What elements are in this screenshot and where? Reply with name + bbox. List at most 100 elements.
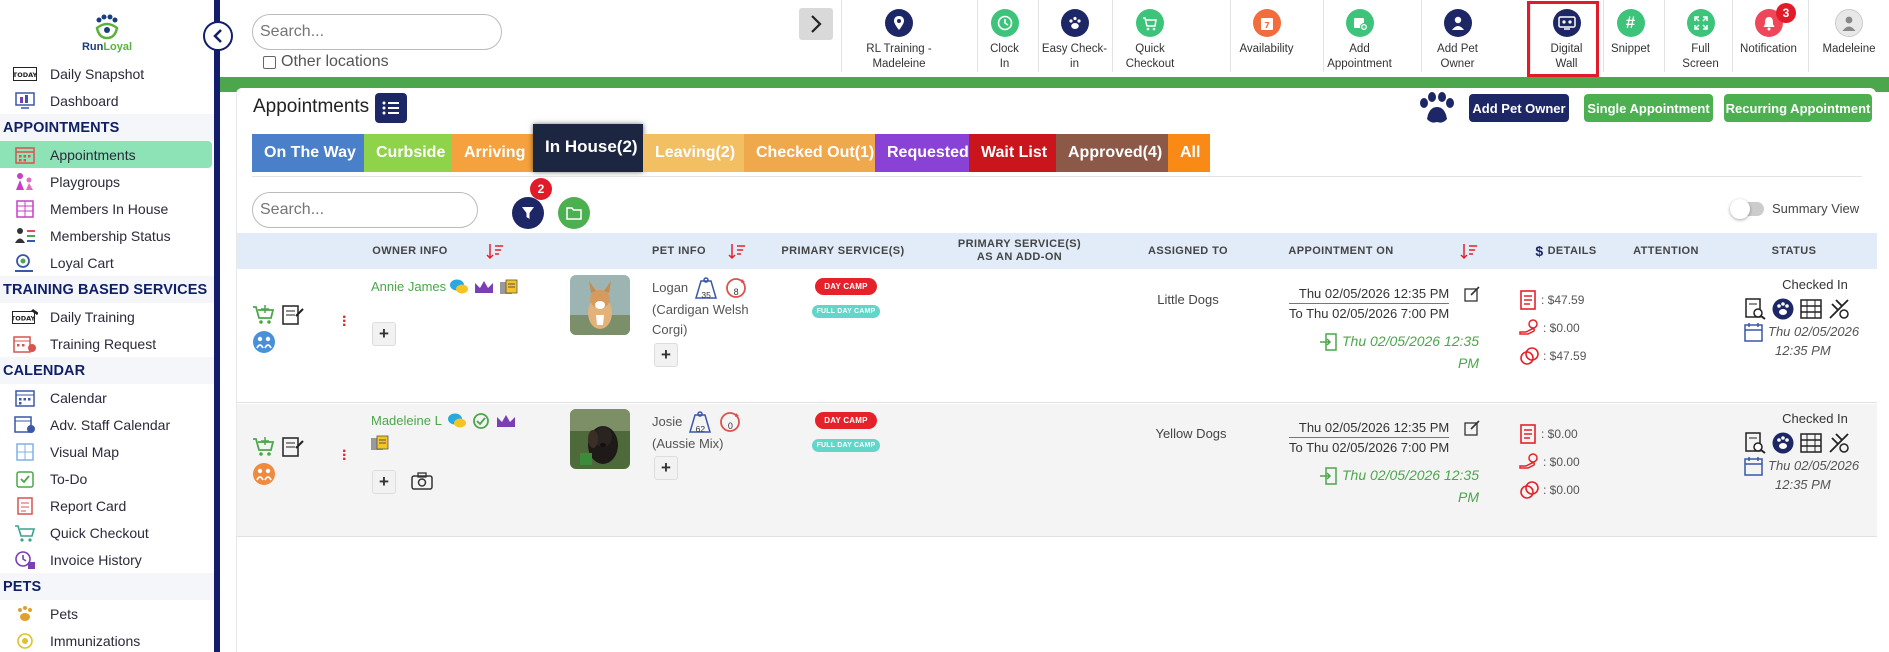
sidebar-item-appointments[interactable]: Appointments	[0, 141, 212, 168]
grooming-icon[interactable]	[1828, 432, 1850, 454]
sidebar-collapse-button[interactable]	[203, 21, 233, 51]
payment-hand-icon[interactable]	[1519, 318, 1541, 338]
report-search-icon[interactable]	[1744, 432, 1766, 454]
filter-button[interactable]	[512, 197, 544, 229]
full-screen-button[interactable]: Full Screen	[1664, 0, 1736, 72]
tab-arriving[interactable]: Arriving	[452, 134, 533, 172]
playgroups-icon	[12, 172, 38, 192]
chat-icon[interactable]	[449, 278, 469, 296]
tab-requested[interactable]: Requested	[875, 134, 969, 172]
sidebar-item-report-card[interactable]: Report Card	[0, 492, 214, 519]
playgroup-icon[interactable]	[252, 462, 276, 491]
list-view-button[interactable]	[375, 93, 407, 123]
brand-logo[interactable]: RunLoyal	[0, 0, 214, 60]
kennel-icon[interactable]	[1800, 432, 1822, 454]
add-pet-owner-top-button[interactable]: Add Pet Owner	[1421, 0, 1493, 72]
tab-leaving[interactable]: Leaving(2)	[643, 134, 744, 172]
camera-icon[interactable]	[411, 472, 433, 495]
playgroup-icon[interactable]	[252, 330, 276, 359]
dashboard-icon	[12, 91, 38, 111]
payment-hand-icon[interactable]	[1519, 452, 1541, 472]
sidebar-item-members-in-house[interactable]: Members In House	[0, 195, 214, 222]
tab-wait-list[interactable]: Wait List	[969, 134, 1056, 172]
sidebar-item-quick-checkout[interactable]: Quick Checkout	[0, 519, 214, 546]
chat-icon[interactable]	[447, 412, 467, 430]
sort-owner-icon[interactable]	[483, 233, 507, 269]
tab-all[interactable]: All	[1168, 134, 1210, 172]
toggle-switch[interactable]	[1730, 198, 1764, 219]
tab-approved[interactable]: Approved(4)	[1056, 134, 1168, 172]
tab-checked-out[interactable]: Checked Out(1)	[744, 134, 875, 172]
sidebar: RunLoyal TODAY Daily Snapshot Dashboard …	[0, 0, 214, 652]
sidebar-item-training-request[interactable]: Training Request	[0, 330, 214, 357]
add-pet-note-button[interactable]: +	[654, 456, 678, 480]
cart-add-icon[interactable]	[252, 304, 276, 331]
pet-name[interactable]: Logan	[652, 278, 688, 298]
sidebar-item-daily-snapshot[interactable]: TODAY Daily Snapshot	[0, 60, 214, 87]
global-search-input[interactable]	[252, 14, 502, 50]
sidebar-item-calendar[interactable]: Calendar	[0, 384, 214, 411]
paw-circle-icon[interactable]	[1772, 298, 1794, 320]
pet-name[interactable]: Josie	[652, 412, 682, 432]
single-appointment-button[interactable]: Single Appointment	[1584, 94, 1713, 122]
sidebar-item-invoice-history[interactable]: Invoice History	[0, 546, 214, 573]
sidebar-item-membership-status[interactable]: Membership Status	[0, 222, 214, 249]
owner-name[interactable]: Annie James	[371, 279, 446, 294]
checkbox-box[interactable]	[263, 55, 276, 69]
paw-print-icon	[1417, 91, 1457, 130]
add-pet-owner-button[interactable]: Add Pet Owner	[1469, 94, 1569, 122]
sidebar-item-immunizations[interactable]: Immunizations	[0, 627, 214, 652]
other-locations-checkbox[interactable]: Other locations	[263, 53, 389, 71]
sidebar-item-loyal-cart[interactable]: Loyal Cart	[0, 249, 214, 276]
report-search-icon[interactable]	[1744, 298, 1766, 320]
tab-curbside[interactable]: Curbside	[364, 134, 452, 172]
user-profile-button[interactable]: Madeleine	[1808, 0, 1889, 72]
availability-button[interactable]: 7 Availability	[1230, 0, 1302, 72]
tab-in-house[interactable]: In House(2)	[533, 124, 643, 172]
sidebar-item-dashboard[interactable]: Dashboard	[0, 87, 214, 114]
next-arrow-button[interactable]	[799, 8, 833, 40]
checkin-icon	[1319, 332, 1337, 357]
add-pet-note-button[interactable]: +	[654, 343, 678, 367]
recurring-appointment-button[interactable]: Recurring Appointment	[1724, 94, 1872, 122]
kennel-icon[interactable]	[1800, 298, 1822, 320]
sort-appointment-icon[interactable]	[1457, 233, 1481, 269]
clock-in-button[interactable]: Clock In	[977, 0, 1031, 72]
grooming-icon[interactable]	[1828, 298, 1850, 320]
row-menu-icon[interactable]: · · ·	[342, 444, 347, 468]
add-owner-note-button[interactable]: +	[372, 322, 396, 346]
summary-view-toggle[interactable]: Summary View	[1730, 198, 1859, 219]
sidebar-item-adv-staff-calendar[interactable]: Adv. Staff Calendar	[0, 411, 214, 438]
location-button[interactable]: RL Training - Madeleine	[841, 0, 956, 72]
add-owner-note-button[interactable]: +	[372, 470, 396, 494]
snippet-button[interactable]: # Snippet	[1603, 0, 1657, 72]
owner-name[interactable]: Madeleine L	[371, 413, 442, 428]
folder-button[interactable]	[558, 197, 590, 229]
add-appointment-button[interactable]: Add Appointment	[1323, 0, 1395, 72]
invoice-icon[interactable]	[1519, 290, 1537, 310]
quick-checkout-button[interactable]: Quick Checkout	[1112, 0, 1187, 72]
sidebar-item-visual-map[interactable]: Visual Map	[0, 438, 214, 465]
appointment-search-input[interactable]	[252, 192, 478, 228]
sidebar-item-daily-training[interactable]: TODAY Daily Training	[0, 303, 214, 330]
coins-icon[interactable]	[1519, 480, 1541, 500]
easy-checkin-button[interactable]: Easy Check-in	[1038, 0, 1110, 72]
primary-services: DAY CAMP FULL DAY CAMP	[811, 410, 881, 452]
edit-appointment-icon[interactable]	[1464, 420, 1480, 441]
edit-appointment-icon[interactable]	[1464, 286, 1480, 307]
sidebar-item-pets[interactable]: Pets	[0, 600, 214, 627]
sort-pet-icon[interactable]	[725, 233, 749, 269]
tab-on-the-way[interactable]: On The Way	[252, 134, 364, 172]
notes-icon[interactable]	[281, 436, 305, 463]
paw-circle-icon[interactable]	[1772, 432, 1794, 454]
invoice-icon[interactable]	[1519, 424, 1537, 444]
coins-icon[interactable]	[1519, 346, 1541, 366]
sidebar-item-to-do[interactable]: To-Do	[0, 465, 214, 492]
row-menu-icon[interactable]: · · ·	[342, 310, 347, 334]
notification-button[interactable]: Notification 3	[1732, 0, 1804, 72]
cart-add-icon[interactable]	[252, 436, 276, 463]
sidebar-item-playgroups[interactable]: Playgroups	[0, 168, 214, 195]
pet-photo[interactable]	[570, 275, 630, 335]
notes-icon[interactable]	[281, 304, 305, 331]
pet-photo[interactable]	[570, 409, 630, 469]
